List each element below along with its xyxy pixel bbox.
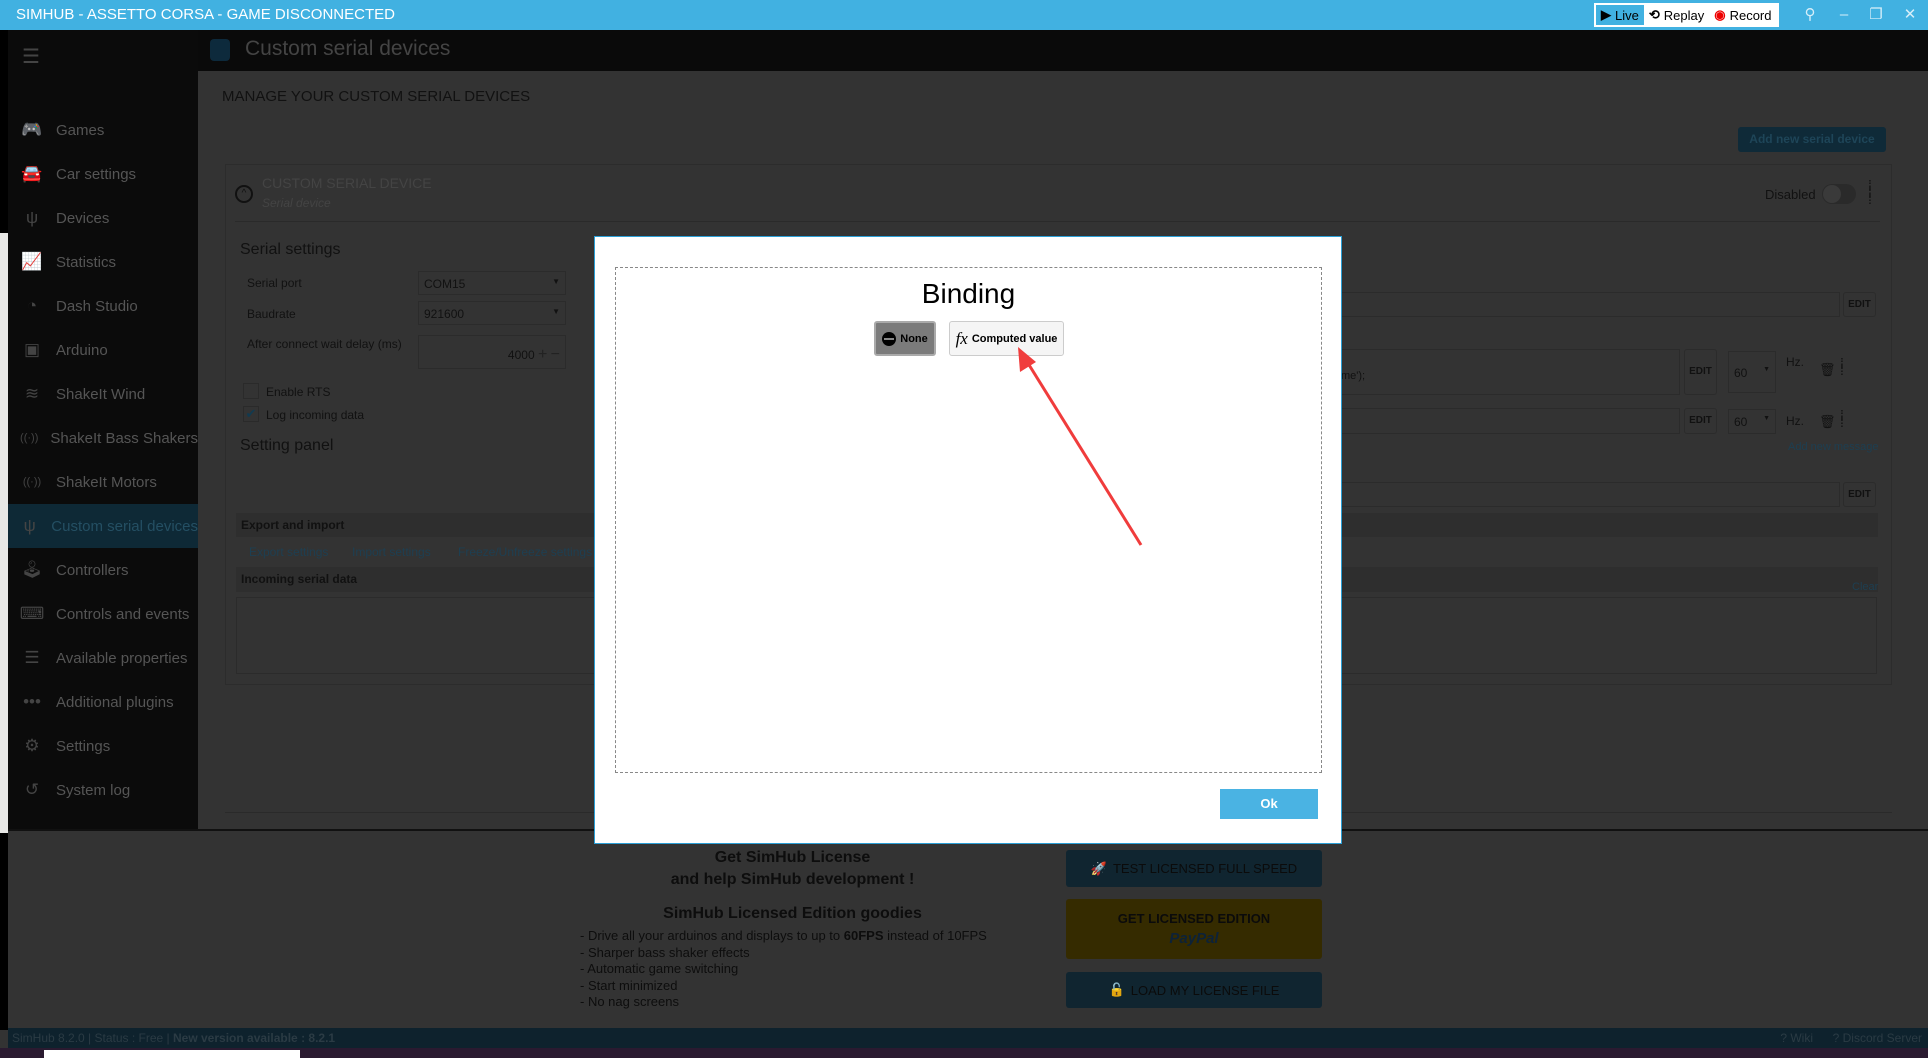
arrow-head xyxy=(1018,347,1036,372)
arrow-line xyxy=(1024,359,1143,546)
annotation-arrow xyxy=(1018,347,1143,546)
